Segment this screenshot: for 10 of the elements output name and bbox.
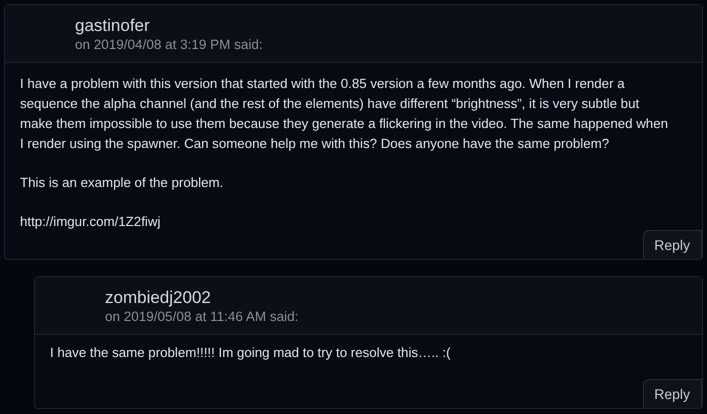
- reply-button[interactable]: Reply: [643, 379, 702, 408]
- comment-link[interactable]: http://imgur.com/1Z2fiwj: [20, 212, 675, 232]
- comment-text: I have the same problem!!!!! Im going mad to try to resolve this….. :(: [50, 344, 452, 362]
- comment-text: I have a problem with this version that started with the 0.85 version a few months ago. When I render a sequence the alpha channel (and the rest of the elements) have different “brightness”, it is very subtle but make them impossible to use them because they generate a flickering in the video. The same happened when I render using the spawner. Can someone help me with this? Does anyone have the same problem?: [20, 75, 669, 153]
- comment-author: zombiedj2002: [105, 287, 212, 308]
- comment-date: on 2019/04/08 at 3:19 PM said:: [75, 36, 264, 54]
- reply-button[interactable]: Reply: [643, 230, 702, 259]
- comment-date: on 2019/05/08 at 11:46 AM said:: [105, 308, 300, 326]
- comment-text: This is an example of the problem.: [20, 174, 224, 192]
- comment-author: gastinofer: [75, 15, 151, 36]
